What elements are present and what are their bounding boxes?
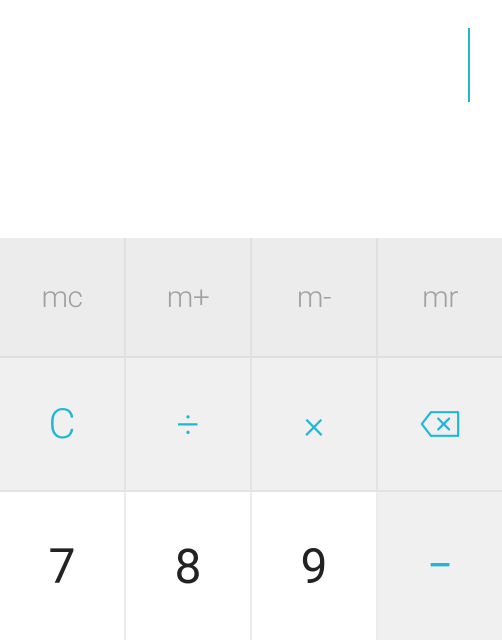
minus-label: − [427, 539, 453, 593]
digit-7-label: 7 [49, 538, 76, 595]
digit-row-789: 7 8 9 − [0, 492, 502, 640]
memory-recall-button[interactable]: mr [378, 238, 502, 358]
digit-7-button[interactable]: 7 [0, 492, 126, 640]
memory-minus-label: m- [297, 280, 331, 315]
clear-label: C [48, 400, 75, 449]
cursor-indicator [468, 28, 470, 102]
memory-row: mc m+ m- mr [0, 238, 502, 358]
digit-8-label: 8 [175, 538, 202, 595]
multiply-label: × [304, 401, 325, 448]
divide-label: ÷ [177, 401, 200, 448]
memory-clear-button[interactable]: mc [0, 238, 126, 358]
backspace-icon [420, 410, 460, 438]
memory-minus-button[interactable]: m- [252, 238, 378, 358]
memory-clear-label: mc [41, 280, 82, 315]
multiply-button[interactable]: × [252, 358, 378, 492]
digit-9-label: 9 [301, 538, 328, 595]
keypad: mc m+ m- mr C ÷ × 7 8 9 − [0, 238, 502, 640]
minus-button[interactable]: − [378, 492, 502, 640]
digit-8-button[interactable]: 8 [126, 492, 252, 640]
backspace-button[interactable] [378, 358, 502, 492]
divide-button[interactable]: ÷ [126, 358, 252, 492]
memory-plus-button[interactable]: m+ [126, 238, 252, 358]
memory-recall-label: mr [422, 280, 458, 315]
clear-button[interactable]: C [0, 358, 126, 492]
memory-plus-label: m+ [167, 280, 210, 315]
calculator-display[interactable] [0, 0, 502, 238]
operator-row: C ÷ × [0, 358, 502, 492]
digit-9-button[interactable]: 9 [252, 492, 378, 640]
